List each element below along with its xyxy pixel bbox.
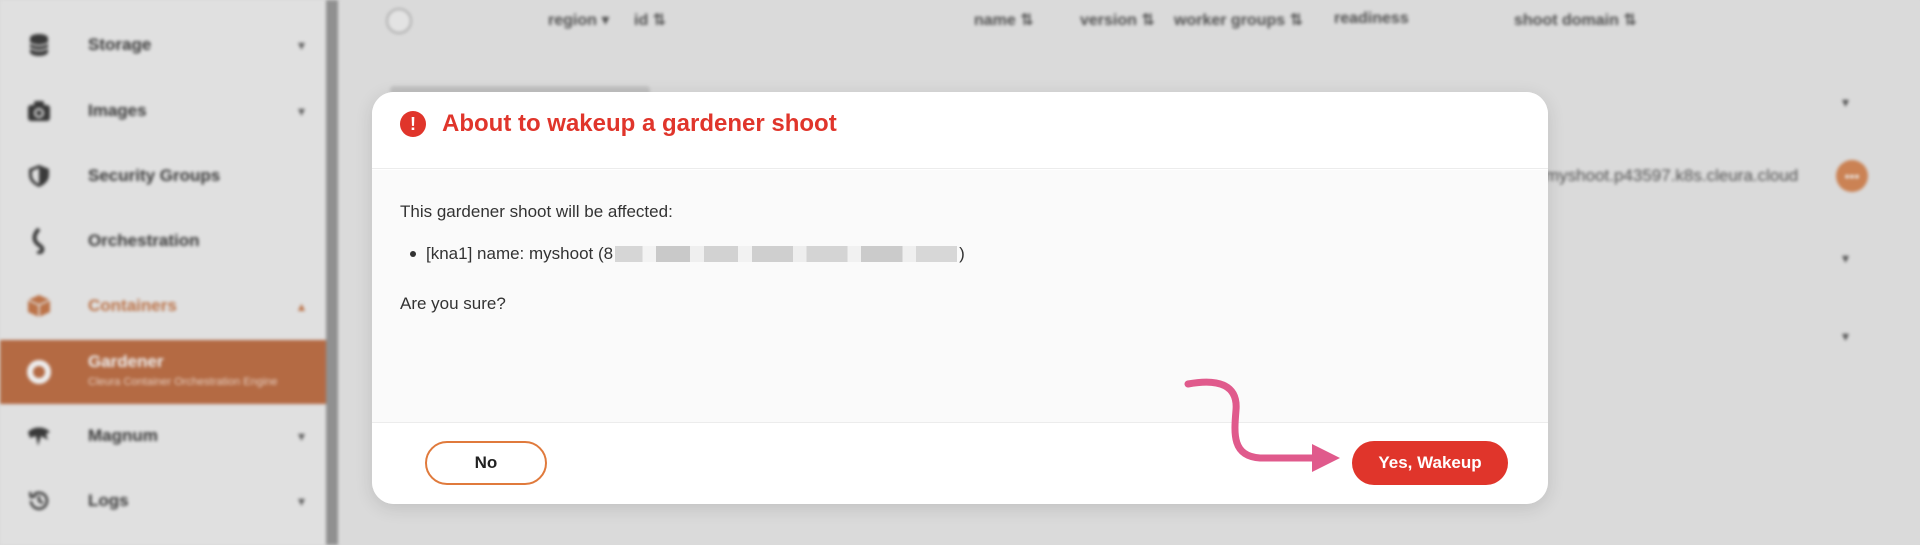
affected-text: This gardener shoot will be affected: [400, 202, 673, 221]
shoot-name-prefix: [kna1] name: myshoot (8 [426, 244, 614, 263]
dialog-footer: No Yes, Wakeup [372, 422, 1548, 504]
redacted-shoot-id [615, 246, 958, 262]
affected-shoot-list: [kna1] name: myshoot (8 ) [400, 244, 965, 264]
wakeup-confirm-dialog: ! About to wakeup a gardener shoot This … [372, 92, 1548, 504]
dialog-header: ! About to wakeup a gardener shoot [372, 92, 1548, 169]
shoot-name-suffix: ) [959, 244, 965, 263]
dialog-body: This gardener shoot will be affected: [k… [372, 170, 1548, 422]
list-item: [kna1] name: myshoot (8 ) [400, 244, 965, 264]
dialog-title: About to wakeup a gardener shoot [442, 110, 837, 137]
no-button[interactable]: No [425, 441, 547, 485]
confirm-question: Are you sure? [400, 294, 506, 313]
annotation-arrow-icon [1184, 378, 1340, 472]
yes-wakeup-button[interactable]: Yes, Wakeup [1352, 441, 1508, 485]
alert-icon: ! [400, 111, 426, 137]
bullet-icon [410, 251, 416, 257]
